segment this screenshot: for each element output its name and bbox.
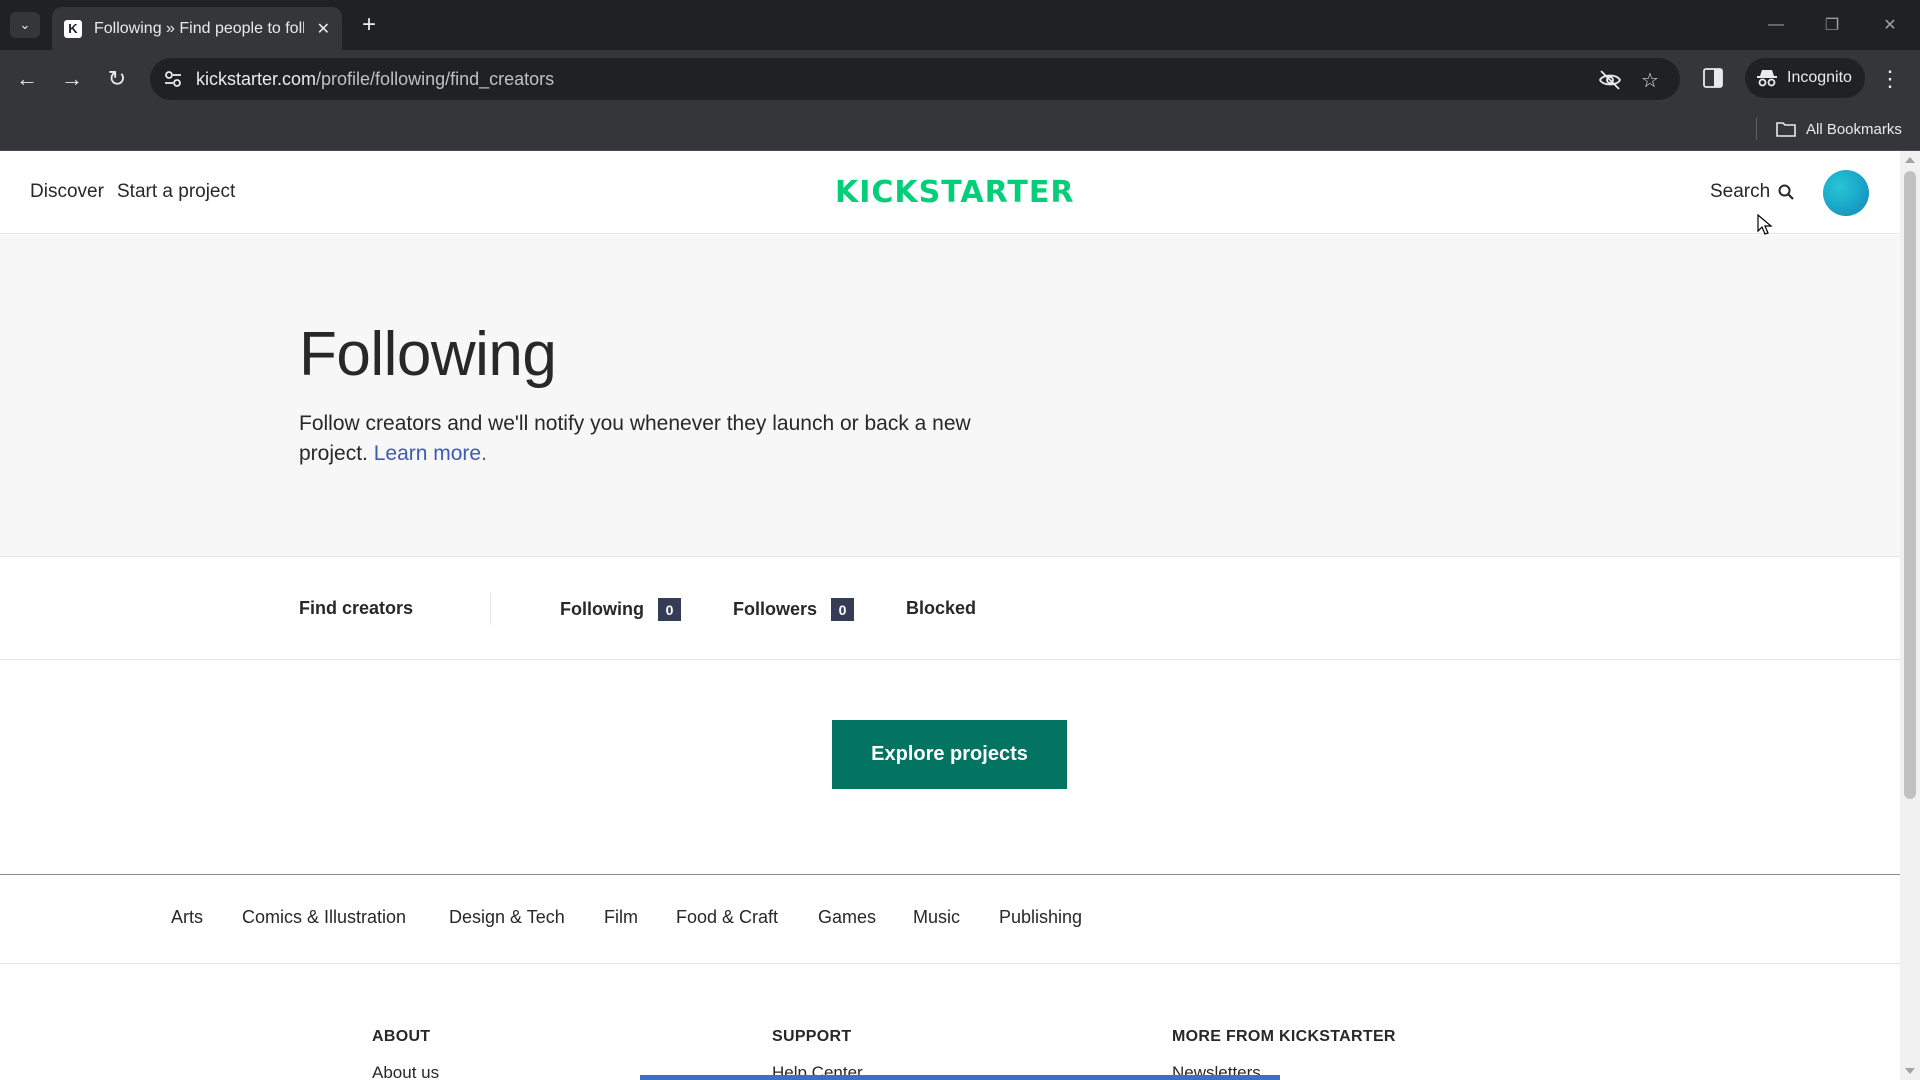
all-bookmarks-button[interactable]: All Bookmarks: [1776, 117, 1902, 141]
category-link[interactable]: Film: [604, 907, 638, 928]
tab-followers-label: Followers: [733, 599, 818, 619]
category-link[interactable]: Publishing: [999, 907, 1082, 928]
tab-strip: ⌄ K Following » Find people to follo ✕ +…: [0, 0, 1920, 50]
tab-followers[interactable]: Followers 0: [733, 598, 855, 621]
back-button[interactable]: ←: [12, 64, 42, 94]
loading-progress-bar: [640, 1075, 1280, 1080]
side-panel-icon[interactable]: [1702, 66, 1724, 90]
search-icon: [1778, 184, 1794, 200]
browser-menu-icon[interactable]: ⋮: [1879, 64, 1901, 94]
arrow-right-icon: →: [61, 66, 83, 91]
search-label: Search: [1710, 181, 1771, 202]
discover-link[interactable]: Discover: [30, 181, 104, 203]
start-project-link[interactable]: Start a project: [117, 181, 235, 203]
scroll-down-icon[interactable]: [1905, 1068, 1915, 1074]
bookmarks-bar: All Bookmarks: [0, 108, 1920, 151]
category-link[interactable]: Comics & Illustration: [242, 907, 406, 928]
footer-categories: Arts Comics & Illustration Design & Tech…: [0, 875, 1900, 964]
incognito-icon: [1757, 70, 1777, 87]
search-button[interactable]: Search: [1710, 181, 1794, 203]
kickstarter-logo[interactable]: KICKSTARTER: [835, 175, 1074, 210]
site-header: Discover Start a project KICKSTARTER Sea…: [0, 151, 1900, 235]
incognito-button[interactable]: Incognito: [1745, 58, 1865, 98]
url-path: /profile/following/find_creators: [316, 69, 555, 89]
category-link[interactable]: Music: [913, 907, 960, 928]
tab-following-label: Following: [560, 599, 644, 619]
tab-blocked[interactable]: Blocked: [906, 598, 976, 619]
scrollbar-thumb[interactable]: [1904, 171, 1916, 799]
chevron-down-icon: ⌄: [19, 17, 31, 32]
category-link[interactable]: Games: [818, 907, 876, 928]
kickstarter-favicon-icon: K: [64, 19, 82, 38]
eye-off-icon[interactable]: [1597, 67, 1623, 93]
browser-chrome: ⌄ K Following » Find people to follo ✕ +…: [0, 0, 1920, 151]
user-avatar[interactable]: [1823, 170, 1869, 216]
following-count-badge: 0: [657, 598, 681, 621]
url-text[interactable]: kickstarter.com/profile/following/find_c…: [196, 69, 554, 90]
arrow-left-icon: ←: [16, 66, 38, 91]
all-bookmarks-label: All Bookmarks: [1806, 120, 1902, 138]
profile-tabs: Find creators Following 0 Followers 0 Bl…: [0, 558, 1900, 660]
folder-icon: [1776, 122, 1796, 137]
page-title: Following: [299, 320, 557, 389]
followers-count-badge: 0: [831, 598, 855, 621]
close-tab-icon[interactable]: ✕: [317, 19, 330, 39]
tab-search-button[interactable]: ⌄: [10, 12, 40, 38]
restore-button[interactable]: ❐: [1812, 10, 1852, 40]
tab-find-creators[interactable]: Find creators: [299, 598, 413, 619]
footer-more-heading: MORE FROM KICKSTARTER: [1172, 1028, 1396, 1045]
mouse-cursor-icon: [1757, 214, 1773, 235]
footer-support-heading: SUPPORT: [772, 1028, 852, 1045]
new-tab-button[interactable]: +: [354, 10, 384, 40]
category-link[interactable]: Design & Tech: [449, 907, 565, 928]
page-viewport: Discover Start a project KICKSTARTER Sea…: [0, 151, 1900, 1080]
tab-following[interactable]: Following 0: [560, 598, 681, 621]
bookmarks-separator: [1756, 118, 1757, 140]
hero-section: Following Follow creators and we'll noti…: [0, 235, 1900, 557]
reload-icon: ↻: [107, 66, 127, 91]
browser-tab-active[interactable]: K Following » Find people to follo ✕: [52, 7, 342, 50]
incognito-label: Incognito: [1787, 69, 1852, 86]
plus-icon: +: [361, 11, 376, 38]
tab-title: Following » Find people to follo: [94, 19, 304, 37]
forward-button[interactable]: →: [57, 64, 87, 94]
explore-projects-button[interactable]: Explore projects: [832, 720, 1067, 789]
hero-description: Follow creators and we'll notify you whe…: [299, 409, 1019, 469]
close-window-button[interactable]: ✕: [1870, 10, 1910, 40]
url-host: kickstarter.com: [196, 69, 317, 89]
about-us-link[interactable]: About us: [372, 1063, 439, 1080]
address-bar[interactable]: kickstarter.com/profile/following/find_c…: [150, 58, 1680, 100]
minimize-button[interactable]: —: [1756, 10, 1796, 40]
category-link[interactable]: Arts: [171, 907, 203, 928]
page-scrollbar[interactable]: [1900, 151, 1920, 1080]
tab-find-creators-label: Find creators: [299, 598, 414, 618]
tab-divider: [490, 593, 491, 625]
category-link[interactable]: Food & Craft: [676, 907, 778, 928]
reload-button[interactable]: ↻: [102, 64, 132, 94]
footer-about-heading: ABOUT: [372, 1028, 431, 1045]
site-settings-icon[interactable]: [162, 68, 184, 90]
tab-blocked-label: Blocked: [906, 598, 977, 618]
bookmark-star-icon[interactable]: ☆: [1637, 67, 1663, 93]
browser-toolbar: ← → ↻ kickstarter.com/profile/following/…: [0, 50, 1920, 108]
learn-more-link[interactable]: Learn more.: [374, 442, 487, 465]
scroll-up-icon[interactable]: [1905, 157, 1915, 163]
